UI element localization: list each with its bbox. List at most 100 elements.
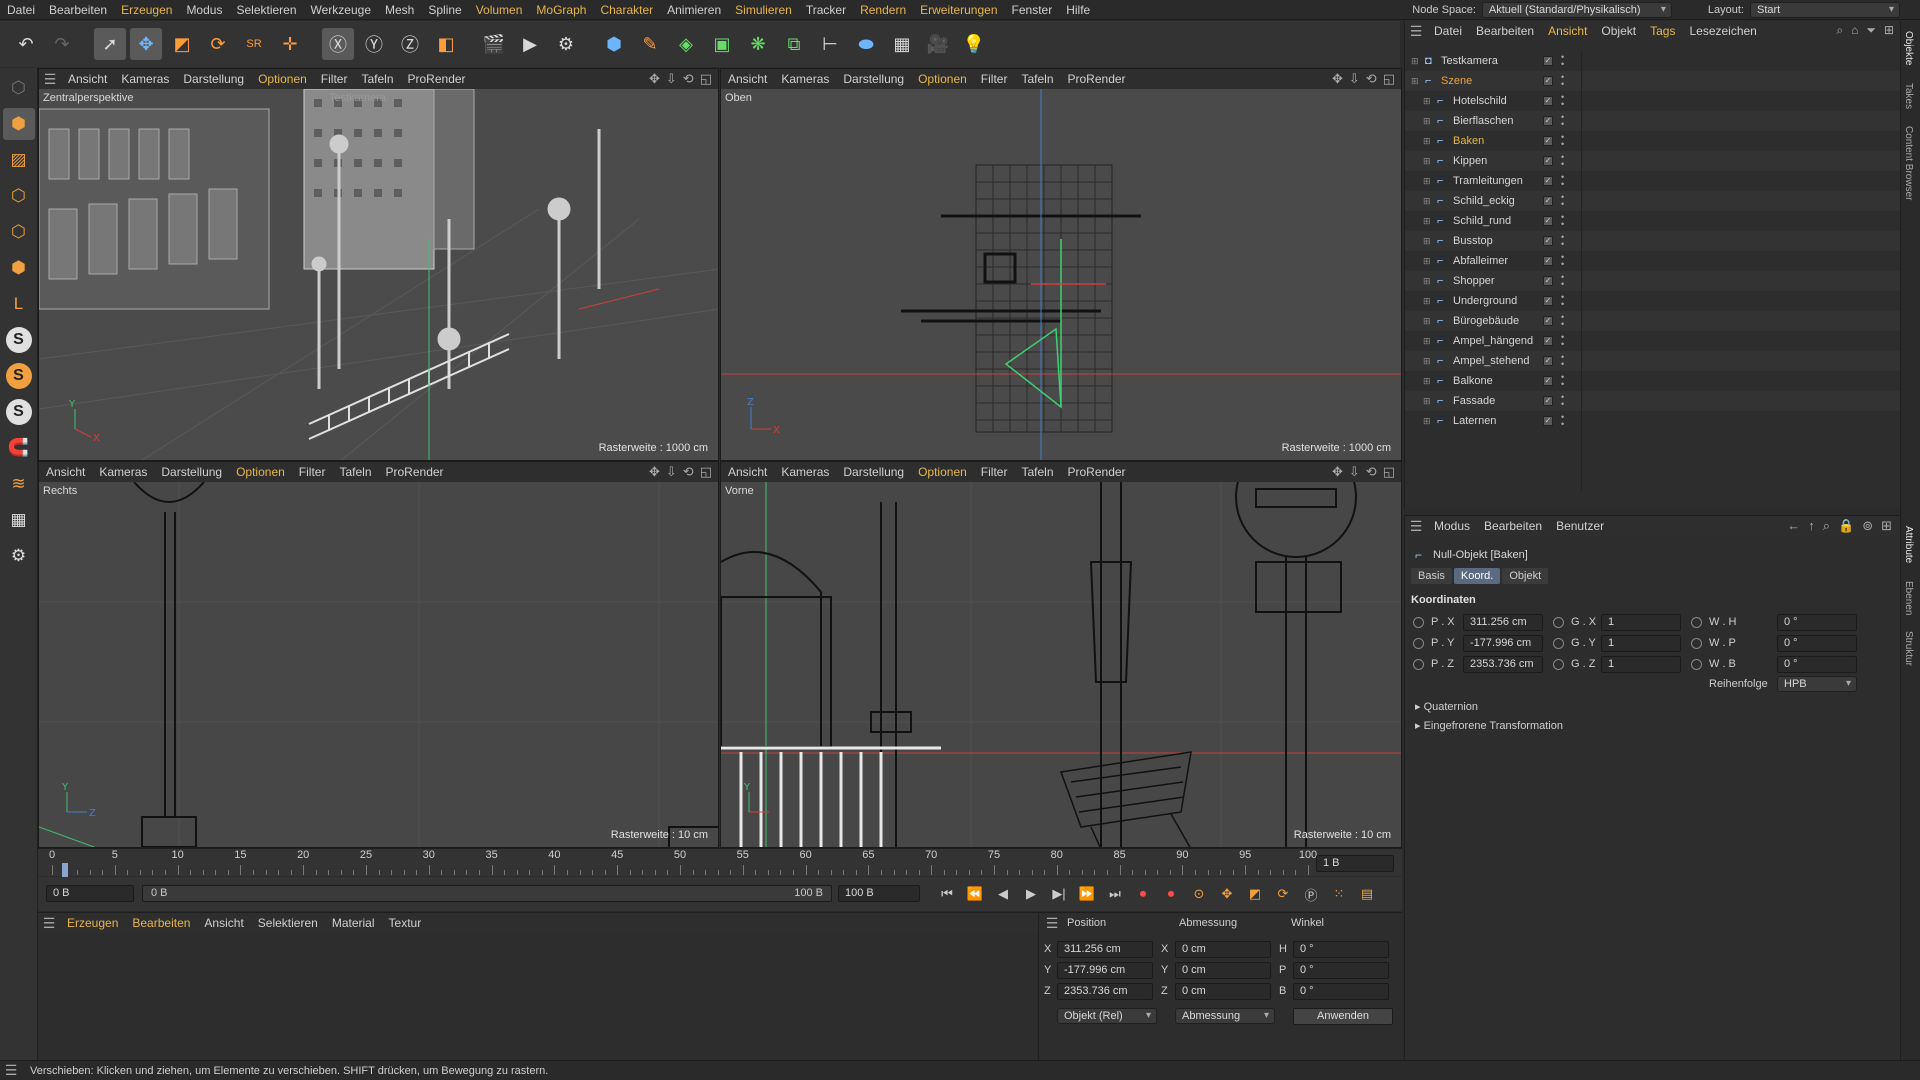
vp-menu-darstellung[interactable]: Darstellung	[836, 465, 911, 479]
obj-menu-lesezeichen[interactable]: Lesezeichen	[1682, 24, 1763, 38]
vp-menu-prorender[interactable]: ProRender	[1061, 72, 1133, 86]
enable-checkbox[interactable]: ✓	[1543, 316, 1553, 326]
expand-icon[interactable]: ⊞	[1423, 356, 1431, 367]
object-name[interactable]: Tramleitungen	[1453, 175, 1523, 187]
side-tab-objects[interactable]: Objekte	[1903, 31, 1914, 65]
filter-icon[interactable]: ⏷	[1866, 23, 1876, 38]
enable-checkbox[interactable]: ✓	[1543, 176, 1553, 186]
vp-menu-filter[interactable]: Filter	[292, 465, 333, 479]
vp-menu-filter[interactable]: Filter	[314, 72, 355, 86]
menu-werkzeuge[interactable]: Werkzeuge	[304, 0, 378, 20]
key-scale-icon[interactable]: ◩	[1244, 883, 1266, 905]
enable-checkbox[interactable]: ✓	[1543, 156, 1553, 166]
vp-menu-filter[interactable]: Filter	[974, 72, 1015, 86]
size-x-field[interactable]: 0 cm	[1175, 941, 1271, 958]
keyframe-radio[interactable]	[1413, 617, 1424, 628]
snap-icon[interactable]: 🧲	[3, 432, 35, 464]
key-pla-icon[interactable]: ⁙	[1328, 883, 1350, 905]
vp-menu-tafeln[interactable]: Tafeln	[1014, 465, 1060, 479]
object-row[interactable]: ⊞ ⌐ Schild_eckig ✓ • •	[1405, 191, 1900, 211]
expand-icon[interactable]: ⊞	[1423, 276, 1431, 287]
mat-menu-ansicht[interactable]: Ansicht	[197, 916, 250, 930]
obj-menu-bearbeiten[interactable]: Bearbeiten	[1469, 24, 1541, 38]
enable-checkbox[interactable]: ✓	[1543, 56, 1553, 66]
object-row[interactable]: ⊞ ◘ Testkamera ✓ • •	[1405, 51, 1900, 71]
extrude-icon[interactable]: ▣	[706, 28, 738, 60]
expand-icon[interactable]: ⊞	[1423, 336, 1431, 347]
vp-menu-prorender[interactable]: ProRender	[379, 465, 451, 479]
coord-size-mode-dropdown[interactable]: Abmessung	[1175, 1008, 1275, 1024]
settings-icon[interactable]: ⊚	[1862, 518, 1873, 534]
coord-menu-icon[interactable]: ☰	[1041, 915, 1063, 932]
visibility-dots[interactable]: • •	[1561, 233, 1655, 249]
orbit-icon[interactable]: ⟲	[1366, 464, 1377, 480]
rotate-tool-icon[interactable]: ⟳	[202, 28, 234, 60]
expand-icon[interactable]: ⊞	[1423, 256, 1431, 267]
workplane-icon[interactable]: ≋	[3, 468, 35, 500]
object-name[interactable]: Bierflaschen	[1453, 115, 1514, 127]
pan-icon[interactable]: ✥	[649, 464, 660, 480]
timeline[interactable]: 0 5 10 15 20 25 30 35 40 45 50 55 60 65 70 75 80 85 90 95 10…	[38, 848, 1402, 877]
vp-menu-tafeln[interactable]: Tafeln	[354, 72, 400, 86]
key-parameter-icon[interactable]: Ⓟ	[1300, 883, 1322, 905]
axis-mode-icon[interactable]: L	[3, 288, 35, 320]
keyframe-radio[interactable]	[1413, 659, 1424, 670]
object-row[interactable]: ⊞ ⌐ Laternen ✓ • •	[1405, 411, 1900, 431]
attr-rot-p-field[interactable]: 0 °	[1777, 635, 1857, 652]
visibility-dots[interactable]: • •	[1561, 153, 1655, 169]
next-frame-icon[interactable]: ▶|	[1048, 883, 1070, 905]
key-rotation-icon[interactable]: ⟳	[1272, 883, 1294, 905]
menu-bearbeiten[interactable]: Bearbeiten	[42, 0, 114, 20]
subdivision-icon[interactable]: ◈	[670, 28, 702, 60]
record-icon[interactable]: ⏺	[1132, 883, 1154, 905]
attr-pos-x-field[interactable]: 311.256 cm	[1463, 614, 1543, 631]
pen-icon[interactable]: ✎	[634, 28, 666, 60]
render-settings-icon[interactable]: ⚙	[550, 28, 582, 60]
rot-b-field[interactable]: 0 °	[1293, 983, 1389, 1000]
object-row[interactable]: ⊞ ⌐ Fassade ✓ • •	[1405, 391, 1900, 411]
cube-icon[interactable]: ⬢	[598, 28, 630, 60]
expand-icon[interactable]: ⊞	[1423, 196, 1431, 207]
vp-menu-ansicht[interactable]: Ansicht	[39, 465, 92, 479]
object-row[interactable]: ⊞ ⌐ Schild_rund ✓ • •	[1405, 211, 1900, 231]
visibility-dots[interactable]: • •	[1561, 313, 1655, 329]
mograph-icon[interactable]: ⧉	[778, 28, 810, 60]
expand-icon[interactable]: ⊞	[1423, 136, 1431, 147]
node-space-dropdown[interactable]: Aktuell (Standard/Physikalisch)	[1481, 2, 1672, 18]
solo-off-icon[interactable]: S	[5, 327, 32, 353]
object-row[interactable]: ⊞ ⌐ Underground ✓ • •	[1405, 291, 1900, 311]
menu-erzeugen[interactable]: Erzeugen	[114, 0, 179, 20]
viewport-top[interactable]: Ansicht Kameras Darstellung Optionen Fil…	[720, 68, 1402, 461]
object-name[interactable]: Shopper	[1453, 275, 1495, 287]
object-row[interactable]: ⊞ ⌐ Kippen ✓ • •	[1405, 151, 1900, 171]
frame-range-slider[interactable]: 0 B 100 B	[142, 885, 832, 902]
enable-checkbox[interactable]: ✓	[1543, 256, 1553, 266]
visibility-dots[interactable]: • •	[1561, 133, 1655, 149]
attr-rot-b-field[interactable]: 0 °	[1777, 656, 1857, 673]
vp-menu-darstellung[interactable]: Darstellung	[154, 465, 229, 479]
key-position-icon[interactable]: ✥	[1216, 883, 1238, 905]
mat-menu-erzeugen[interactable]: Erzeugen	[60, 916, 125, 930]
render-view-icon[interactable]: ▶	[514, 28, 546, 60]
tab-koord[interactable]: Koord.	[1453, 568, 1501, 584]
object-row[interactable]: ⊞ ⌐ Szene ✓ • •	[1405, 71, 1900, 91]
model-mode-icon[interactable]: ⬢	[2, 108, 35, 140]
visibility-dots[interactable]: • •	[1561, 333, 1655, 349]
enable-checkbox[interactable]: ✓	[1543, 356, 1553, 366]
object-name[interactable]: Kippen	[1453, 155, 1487, 167]
material-menu-icon[interactable]: ☰	[38, 915, 60, 932]
zoom-icon[interactable]: ⇩	[666, 464, 677, 480]
enable-checkbox[interactable]: ✓	[1543, 336, 1553, 346]
menu-mograph[interactable]: MoGraph	[529, 0, 593, 20]
menu-selektieren[interactable]: Selektieren	[229, 0, 303, 20]
attr-pos-y-field[interactable]: -177.996 cm	[1463, 635, 1543, 652]
pos-x-field[interactable]: 311.256 cm	[1057, 941, 1153, 958]
apply-button[interactable]: Anwenden	[1293, 1008, 1393, 1025]
object-row[interactable]: ⊞ ⌐ Bürogebäude ✓ • •	[1405, 311, 1900, 331]
lock-icon[interactable]: 🔒	[1838, 518, 1854, 534]
visibility-dots[interactable]: • •	[1561, 113, 1655, 129]
object-row[interactable]: ⊞ ⌐ Bierflaschen ✓ • •	[1405, 111, 1900, 131]
visibility-dots[interactable]: • •	[1561, 273, 1655, 289]
mat-menu-bearbeiten[interactable]: Bearbeiten	[125, 916, 197, 930]
mat-menu-selektieren[interactable]: Selektieren	[251, 916, 325, 930]
